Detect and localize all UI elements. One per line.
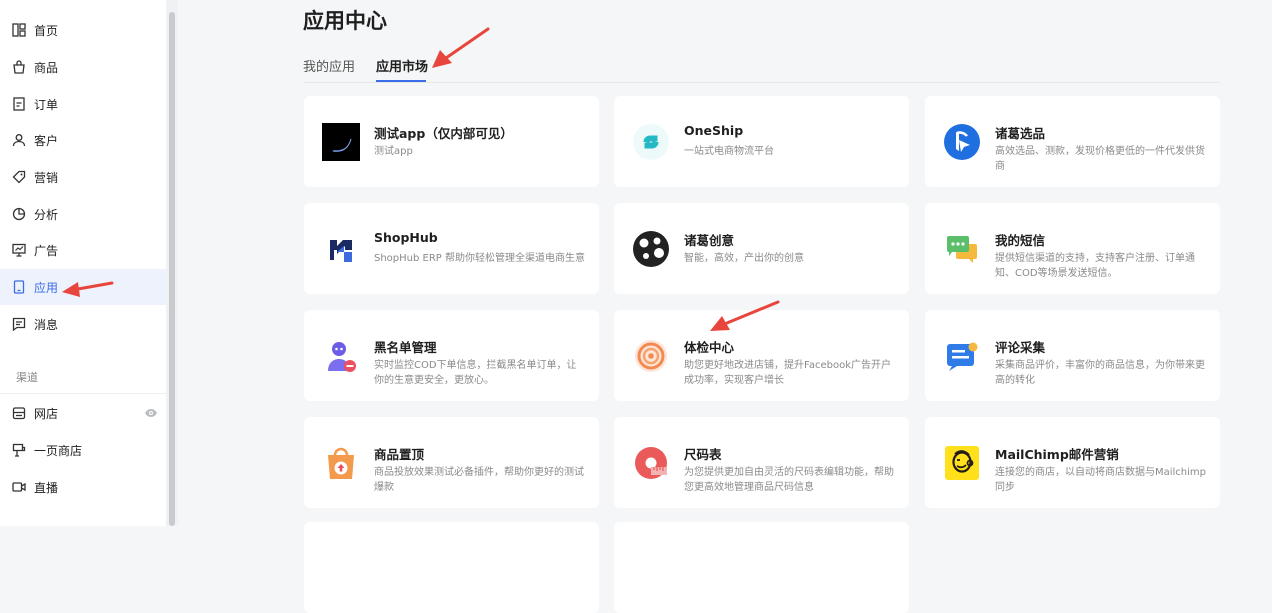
sidebar-item-messages[interactable]: 消息	[0, 306, 166, 342]
app-card-desc: 提供短信渠道的支持，支持客户注册、订单通知、COD等场景发送短信。	[995, 253, 1195, 279]
app-card-product-pin[interactable]: 商品置顶 商品投放效果测试必备插件，帮助你更好的测试爆款	[304, 417, 599, 508]
app-card-desc: 高效选品、测款，发现价格更低的一件代发供货商	[995, 146, 1205, 172]
app-card-title: MailChimp邮件营销	[995, 447, 1119, 462]
sidebar-item-ads[interactable]: 广告	[0, 232, 166, 268]
app-card-desc: 连接您的商店，以自动将商店数据与Mailchimp同步	[995, 467, 1207, 493]
app-card-desc: 实时监控COD下单信息，拦截黑名单订单，让你的生意更安全，更放心。	[374, 360, 577, 386]
page-title: 应用中心	[303, 9, 387, 33]
app-card-desc: 为您提供更加自由灵活的尺码表编辑功能，帮助您更高效地管理商品尺码信息	[684, 467, 894, 493]
divider	[0, 393, 166, 394]
dashboard-icon	[12, 23, 26, 37]
tabs-divider	[303, 82, 1220, 83]
user-icon	[12, 133, 26, 147]
app-card-desc: 智能，高效，产出你的创意	[684, 253, 804, 264]
active-tab-indicator	[376, 80, 426, 82]
sidebar-item-label: 消息	[34, 317, 59, 332]
sidebar-scrollbar-thumb[interactable]	[169, 12, 175, 526]
sidebar-item-apps[interactable]: 应用	[0, 269, 166, 305]
sidebar-item-label: 广告	[34, 243, 59, 258]
sidebar: 首页 商品 订单 客户 营销 分析 广告 应用 消息 渠道 网店 一页商店 直播	[0, 0, 166, 526]
app-card-desc: 商品投放效果测试必备插件，帮助你更好的测试爆款	[374, 467, 584, 493]
annotation-arrow-tab	[432, 27, 490, 68]
mailchimp-icon	[943, 444, 981, 482]
app-card-title: OneShip	[684, 123, 744, 138]
app-card-test-app[interactable]: 测试app（仅内部可见） 测试app	[304, 96, 599, 187]
store-icon	[12, 406, 26, 420]
app-card-blacklist[interactable]: 黑名单管理 实时监控COD下单信息，拦截黑名单订单，让你的生意更安全，更放心。	[304, 310, 599, 401]
tablet-icon	[12, 280, 26, 294]
one-page-store-icon	[12, 443, 26, 457]
product-pin-icon	[322, 444, 360, 482]
sidebar-item-home[interactable]: 首页	[0, 12, 166, 48]
pie-chart-icon	[12, 207, 26, 221]
eye-icon[interactable]	[144, 406, 158, 420]
sidebar-item-label: 营销	[34, 170, 59, 185]
app-card-desc: 采集商品评价，丰富你的商品信息，为你带来更高的转化	[995, 360, 1205, 386]
shophub-icon	[322, 230, 360, 268]
app-card-review-collect[interactable]: 评论采集 采集商品评价，丰富你的商品信息，为你带来更高的转化	[925, 310, 1220, 401]
order-icon	[12, 97, 26, 111]
app-card-health-check[interactable]: 体检中心 助您更好地改进店铺，提升Facebook广告开户成功率，实现客户增长	[614, 310, 909, 401]
sidebar-item-label: 网店	[34, 406, 59, 421]
app-card-partial[interactable]	[304, 522, 599, 613]
sidebar-item-customers[interactable]: 客户	[0, 122, 166, 158]
sidebar-item-label: 应用	[34, 280, 59, 295]
size-chart-icon	[632, 444, 670, 482]
zhuge-creative-icon	[632, 230, 670, 268]
health-check-icon	[632, 337, 670, 375]
tab-my-apps[interactable]: 我的应用	[303, 56, 355, 75]
sidebar-item-marketing[interactable]: 营销	[0, 159, 166, 195]
zhuge-product-icon	[943, 123, 981, 161]
app-card-desc: ShopHub ERP 帮助你轻松管理全渠道电商生意	[374, 253, 586, 264]
review-collect-icon	[943, 337, 981, 375]
sidebar-item-orders[interactable]: 订单	[0, 86, 166, 122]
sidebar-item-products[interactable]: 商品	[0, 49, 166, 85]
tag-icon	[12, 170, 26, 184]
monitor-icon	[12, 243, 26, 257]
sidebar-item-one-page-store[interactable]: 一页商店	[0, 432, 166, 468]
app-card-title: 商品置顶	[374, 447, 425, 462]
sidebar-item-label: 分析	[34, 207, 59, 222]
app-card-partial[interactable]	[614, 522, 909, 613]
sidebar-item-analytics[interactable]: 分析	[0, 196, 166, 232]
oneship-icon	[632, 123, 670, 161]
blacklist-icon	[322, 337, 360, 375]
app-card-title: 诸葛创意	[684, 233, 735, 248]
app-card-sms[interactable]: 我的短信 提供短信渠道的支持，支持客户注册、订单通知、COD等场景发送短信。	[925, 203, 1220, 294]
sidebar-item-label: 一页商店	[34, 443, 83, 458]
app-card-title: 诸葛选品	[995, 126, 1046, 141]
app-card-title: 体检中心	[684, 340, 735, 355]
test-app-icon	[322, 123, 360, 161]
app-card-size-chart[interactable]: 尺码表 为您提供更加自由灵活的尺码表编辑功能，帮助您更高效地管理商品尺码信息	[614, 417, 909, 508]
app-card-title: 黑名单管理	[374, 340, 437, 355]
sidebar-item-label: 直播	[34, 480, 59, 495]
app-card-zhuge-product[interactable]: 诸葛选品 高效选品、测款，发现价格更低的一件代发供货商	[925, 96, 1220, 187]
app-card-oneship[interactable]: OneShip 一站式电商物流平台	[614, 96, 909, 187]
sidebar-item-label: 客户	[34, 133, 59, 148]
sidebar-item-label: 首页	[34, 23, 59, 38]
app-card-title: 测试app（仅内部可见）	[374, 126, 513, 141]
app-card-desc: 一站式电商物流平台	[684, 146, 774, 157]
section-label-channels: 渠道	[16, 371, 38, 384]
shopping-bag-icon	[12, 60, 26, 74]
app-card-title: 评论采集	[995, 340, 1046, 355]
sidebar-item-label: 商品	[34, 60, 59, 75]
sidebar-item-label: 订单	[34, 97, 59, 112]
app-card-title: 我的短信	[995, 233, 1046, 248]
app-card-shophub[interactable]: ShopHub ShopHub ERP 帮助你轻松管理全渠道电商生意	[304, 203, 599, 294]
message-icon	[12, 317, 26, 331]
app-card-zhuge-creative[interactable]: 诸葛创意 智能，高效，产出你的创意	[614, 203, 909, 294]
app-card-desc: 测试app	[374, 146, 413, 157]
app-card-desc: 助您更好地改进店铺，提升Facebook广告开户成功率，实现客户增长	[684, 360, 891, 386]
sidebar-item-store[interactable]: 网店	[0, 395, 166, 431]
tab-app-market[interactable]: 应用市场	[376, 56, 428, 75]
sidebar-item-live[interactable]: 直播	[0, 469, 166, 505]
sms-icon	[943, 230, 981, 268]
app-card-title: 尺码表	[684, 447, 722, 462]
app-card-title: ShopHub	[374, 230, 438, 245]
app-card-mailchimp[interactable]: MailChimp邮件营销 连接您的商店，以自动将商店数据与Mailchimp同…	[925, 417, 1220, 508]
video-icon	[12, 480, 26, 494]
